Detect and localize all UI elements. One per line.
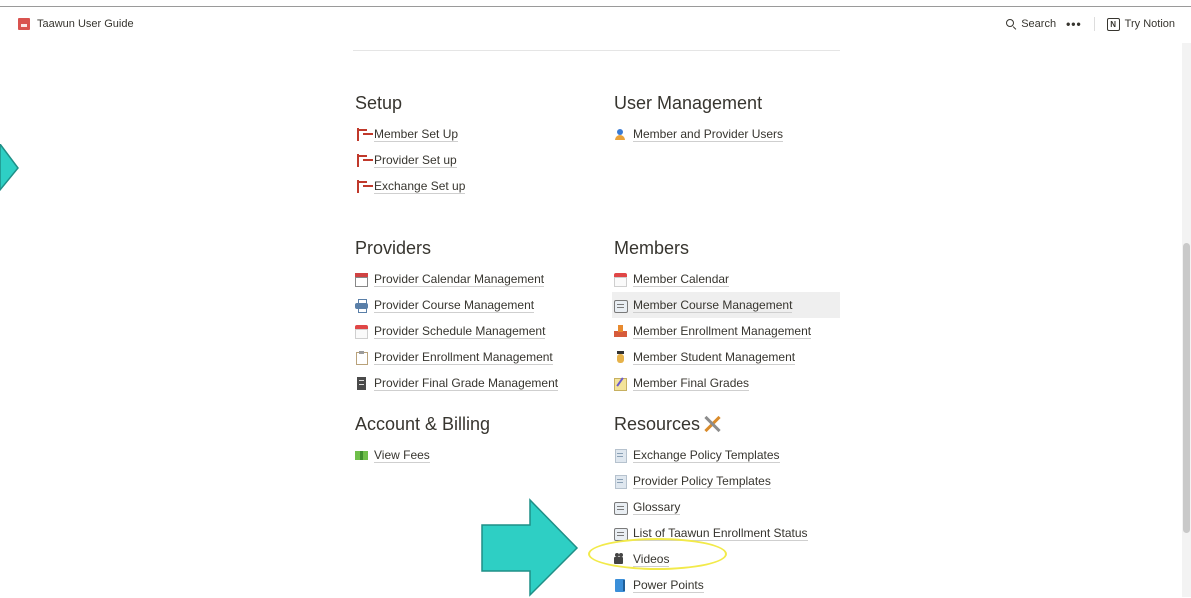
topbar-actions: Search ••• N Try Notion (1006, 17, 1175, 31)
page-title[interactable]: Taawun User Guide (37, 18, 134, 30)
calendar-icon (614, 272, 627, 287)
section-heading-providers: Providers (355, 238, 432, 258)
page-icon (614, 448, 627, 463)
section-resources: Resources Exchange Policy Templates Prov… (614, 413, 854, 598)
users-icon (614, 128, 627, 141)
annotation-arrow-icon (481, 498, 579, 597)
link-member-final-grades[interactable]: Member Final Grades (614, 370, 854, 396)
scrollbar-thumb[interactable] (1183, 243, 1190, 533)
section-providers: Providers Provider Calendar Management P… (355, 237, 595, 396)
link-exchange-policy-templates[interactable]: Exchange Policy Templates (614, 442, 854, 468)
search-label: Search (1021, 18, 1057, 30)
link-provider-set-up[interactable]: Provider Set up (355, 147, 595, 173)
section-heading-setup: Setup (355, 93, 403, 113)
page-logo-icon (18, 18, 30, 30)
link-member-set-up[interactable]: Member Set Up (355, 121, 595, 147)
link-provider-course-management[interactable]: Provider Course Management (355, 292, 595, 318)
link-exchange-set-up[interactable]: Exchange Set up (355, 173, 595, 199)
more-options-button[interactable]: ••• (1066, 17, 1082, 31)
section-members: Members Member Calendar Member Course Ma… (612, 237, 854, 396)
section-heading-resources-label: Resources (614, 414, 701, 434)
link-provider-calendar-management[interactable]: Provider Calendar Management (355, 266, 595, 292)
link-member-calendar[interactable]: Member Calendar (614, 266, 854, 292)
link-member-enrollment-management[interactable]: Member Enrollment Management (614, 318, 854, 344)
clipboard-icon (355, 350, 368, 365)
link-provider-schedule-management[interactable]: Provider Schedule Management (355, 318, 595, 344)
link-power-points[interactable]: Power Points (614, 572, 854, 598)
card-index-icon (614, 299, 628, 313)
highlight-ellipse (588, 538, 727, 570)
section-account-billing: Account & Billing View Fees (355, 413, 595, 468)
crane-icon (355, 179, 368, 193)
search-button[interactable]: Search (1006, 18, 1056, 30)
top-bar: Taawun User Guide Search ••• N Try Notio… (0, 7, 1191, 43)
link-glossary[interactable]: Glossary (614, 494, 854, 520)
try-notion-label: Try Notion (1124, 18, 1175, 30)
calendar-icon (355, 272, 368, 287)
link-member-course-management[interactable]: Member Course Management (612, 292, 840, 318)
card-index-icon (614, 501, 628, 515)
link-provider-final-grade-management[interactable]: Provider Final Grade Management (355, 370, 595, 396)
memo-icon (614, 377, 627, 391)
section-setup: Setup Member Set Up Provider Set up Exch… (355, 92, 595, 199)
topbar-divider (1093, 17, 1095, 31)
link-member-student-management[interactable]: Member Student Management (614, 344, 854, 370)
section-heading-user-management: User Management (614, 93, 763, 113)
inbox-tray-icon (614, 324, 627, 338)
file-cabinet-icon (355, 376, 368, 390)
link-view-fees[interactable]: View Fees (355, 442, 595, 468)
student-icon (614, 350, 627, 364)
section-user-management: User Management Member and Provider User… (614, 92, 854, 147)
link-member-and-provider-users[interactable]: Member and Provider Users (614, 121, 854, 147)
section-divider (353, 50, 840, 51)
calendar-icon (355, 324, 368, 339)
money-icon (355, 449, 368, 462)
link-provider-enrollment-management[interactable]: Provider Enrollment Management (355, 344, 595, 370)
section-heading-resources: Resources (614, 413, 854, 435)
tools-icon (702, 414, 722, 434)
card-index-icon (614, 527, 628, 541)
breadcrumb[interactable]: Taawun User Guide (18, 18, 134, 30)
page-icon (614, 474, 627, 489)
link-provider-policy-templates[interactable]: Provider Policy Templates (614, 468, 854, 494)
section-heading-members: Members (614, 238, 690, 258)
search-icon (1006, 19, 1016, 29)
partial-arrow-icon (0, 144, 19, 192)
printer-icon (355, 298, 368, 313)
notion-logo-icon: N (1106, 17, 1120, 31)
try-notion-button[interactable]: N Try Notion (1106, 17, 1175, 31)
crane-icon (355, 153, 368, 167)
book-icon (614, 578, 627, 592)
crane-icon (355, 127, 368, 141)
section-heading-account-billing: Account & Billing (355, 414, 491, 434)
